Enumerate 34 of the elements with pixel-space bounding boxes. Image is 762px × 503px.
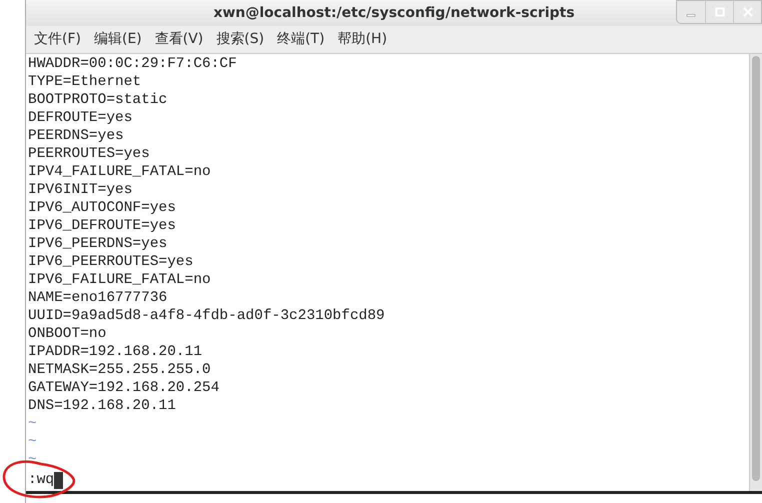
config-line: HWADDR=00:0C:29:F7:C6:CF	[28, 55, 237, 73]
empty-line-tilde: ~	[28, 415, 37, 433]
empty-line-tilde: ~	[28, 451, 37, 469]
config-line: DEFROUTE=yes	[28, 109, 132, 127]
config-line: UUID=9a9ad5d8-a4f8-4fdb-ad0f-3c2310bfcd89	[28, 307, 385, 325]
empty-line-tilde: ~	[28, 433, 37, 451]
config-line: PEERROUTES=yes	[28, 145, 150, 163]
config-line: ONBOOT=no	[28, 325, 106, 343]
window-title: xwn@localhost:/etc/sysconfig/network-scripts	[212, 4, 576, 22]
minimize-icon	[686, 14, 696, 17]
config-line: IPV6_FAILURE_FATAL=no	[28, 271, 211, 289]
config-line: IPV6_AUTOCONF=yes	[28, 199, 176, 217]
command-line[interactable]: :wq	[28, 471, 54, 489]
config-line: NAME=eno16777736	[28, 289, 168, 307]
config-line: IPV6_PEERDNS=yes	[28, 235, 168, 253]
config-line: NETMASK=255.255.255.0	[28, 361, 211, 379]
config-line: IPV6INIT=yes	[28, 181, 132, 199]
config-line: GATEWAY=192.168.20.254	[28, 379, 220, 397]
config-line: PEERDNS=yes	[28, 127, 124, 145]
menu-item[interactable]: 文件(F)	[34, 29, 81, 50]
menu-item[interactable]: 搜索(S)	[216, 29, 264, 50]
config-line: IPADDR=192.168.20.11	[28, 343, 202, 361]
config-line: IPV4_FAILURE_FATAL=no	[28, 163, 211, 181]
cursor	[54, 472, 64, 488]
menu-item[interactable]: 查看(V)	[154, 29, 204, 50]
menu-item[interactable]: 编辑(E)	[94, 29, 142, 50]
menu-item[interactable]: 终端(T)	[277, 29, 325, 50]
config-line: DNS=192.168.20.11	[28, 397, 176, 415]
menu-item[interactable]: 帮助(H)	[338, 29, 388, 50]
config-line: IPV6_PEERROUTES=yes	[28, 253, 194, 271]
config-line: TYPE=Ethernet	[28, 73, 142, 91]
scrollbar-thumb[interactable]	[752, 56, 760, 481]
config-line: IPV6_DEFROUTE=yes	[28, 217, 176, 235]
config-line: BOOTPROTO=static	[28, 91, 168, 109]
